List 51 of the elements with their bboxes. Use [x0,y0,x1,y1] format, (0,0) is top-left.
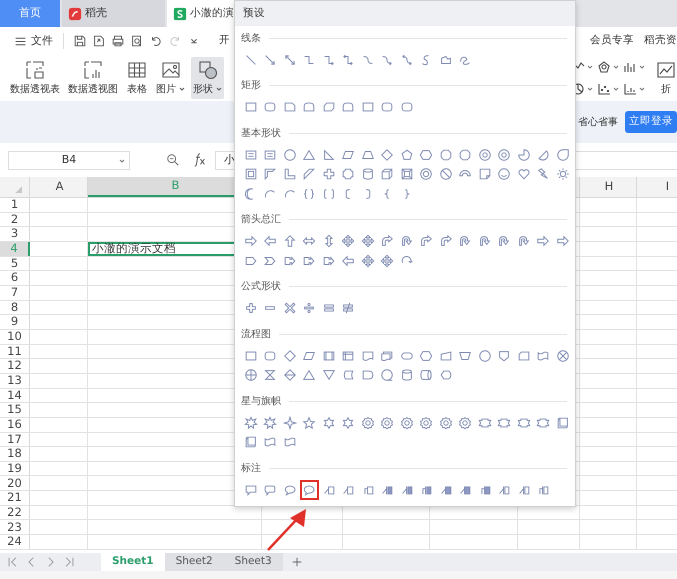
file-menu-button[interactable]: 文件 [10,32,57,50]
row-header[interactable]: 22 [0,506,30,520]
promo-text: 省心省事 [578,116,618,130]
sheet-tab[interactable]: Sheet2 [164,553,224,571]
row-header[interactable]: 16 [0,418,30,432]
tab[interactable]: 稻壳 [62,0,165,27]
section-title: 标注 [241,462,261,476]
section-title: 矩形 [241,79,261,93]
row-header[interactable]: 24 [0,535,30,549]
section-title: 流程图 [241,328,271,342]
row-header[interactable]: 18 [0,447,30,461]
row-header[interactable]: 7 [0,286,30,300]
ribbon-button[interactable]: 折 [655,57,677,99]
row-header[interactable]: 6 [0,271,30,285]
row-header[interactable]: 21 [0,491,30,505]
sheet-tab[interactable]: Sheet3 [224,553,283,571]
section-title: 公式形状 [241,280,281,294]
row-header[interactable]: 13 [0,374,30,388]
row-header[interactable]: 19 [0,462,30,476]
ribbon-button[interactable]: 形状 [191,57,224,99]
row-header[interactable]: 10 [0,330,30,344]
row-header[interactable]: 9 [0,315,30,329]
menu-title: 预设 [243,6,265,21]
row-header[interactable]: 12 [0,359,30,373]
ribbon-button[interactable]: 表格 [124,57,150,99]
login-button[interactable]: 立即登录 [625,111,677,133]
section-title: 基本形状 [241,126,281,140]
ribbon-button[interactable]: 图片 [154,57,188,99]
ribbon-button[interactable]: 数据透视表 [8,57,62,99]
row-header[interactable]: 23 [0,520,30,534]
row-header[interactable]: 5 [0,256,30,270]
ribbon-button[interactable]: 数据透视图 [66,57,120,99]
name-box[interactable]: B4 [8,150,130,170]
row-header[interactable]: 8 [0,300,30,314]
row-header[interactable]: 11 [0,344,30,358]
row-header[interactable]: 3 [0,227,30,241]
row-header[interactable]: 14 [0,388,30,402]
ribbon-tab[interactable]: 会员专享 [580,33,634,49]
tab[interactable]: 小澈的演 [167,0,234,27]
row-header[interactable]: 20 [0,476,30,490]
column-header[interactable]: I [637,177,677,197]
column-header[interactable]: H [580,177,637,197]
row-header[interactable]: 2 [0,212,30,226]
section-title: 线条 [241,32,261,46]
row-header[interactable]: 15 [0,403,30,417]
row-header[interactable]: 17 [0,432,30,446]
row-header[interactable]: 1 [0,198,30,212]
section-title: 星与旗帜 [241,394,281,408]
ribbon-tab[interactable]: 稻壳资 [634,33,677,49]
ribbon-tab[interactable]: 开 [215,33,230,49]
section-title: 箭头总汇 [241,212,281,227]
